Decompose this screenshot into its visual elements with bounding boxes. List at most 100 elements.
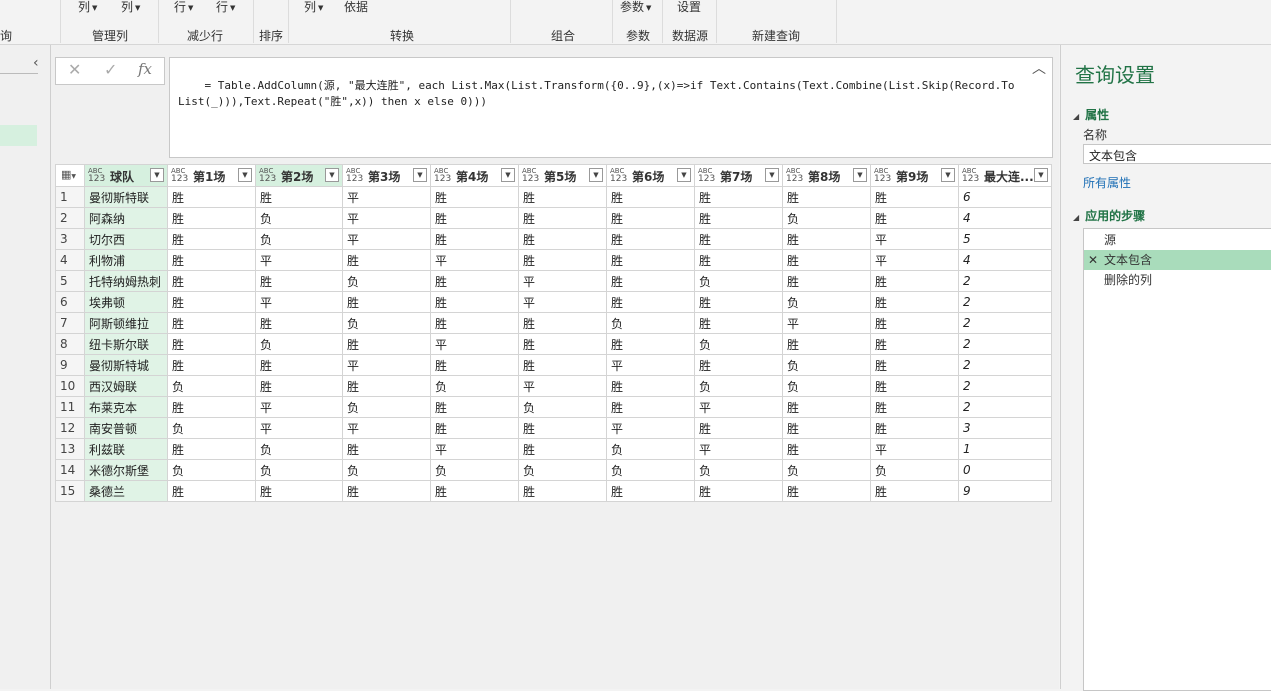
filter-dropdown-icon[interactable]: ▼	[238, 168, 252, 182]
table-cell[interactable]: 平	[782, 312, 871, 334]
table-cell[interactable]: 平	[694, 396, 783, 418]
table-cell-max-streak[interactable]: 1	[958, 438, 1052, 460]
table-cell[interactable]: 负	[606, 459, 695, 481]
table-cell[interactable]: 胜	[870, 480, 959, 502]
row-number[interactable]: 3	[55, 228, 85, 250]
type-any-icon[interactable]: ABC 123	[698, 167, 715, 184]
row-number[interactable]: 6	[55, 291, 85, 313]
ribbon-top-8[interactable]: 设置	[677, 0, 701, 15]
table-cell[interactable]: 胜	[342, 438, 431, 460]
applied-steps-section[interactable]: ◢ 应用的步骤	[1073, 207, 1145, 224]
table-cell[interactable]: 胜	[430, 396, 519, 418]
table-cell[interactable]: 胜	[870, 375, 959, 397]
ribbon-top-3[interactable]: 行 ▼	[174, 0, 193, 15]
table-cell[interactable]: 负	[255, 207, 343, 229]
column-header[interactable]: ABC 123 第1场 ▼	[167, 164, 256, 187]
formula-bar[interactable]: = Table.AddColumn(源, "最大连胜", each List.M…	[169, 57, 1053, 158]
table-cell[interactable]: 胜	[342, 375, 431, 397]
table-cell[interactable]: 负	[255, 228, 343, 250]
table-cell-max-streak[interactable]: 0	[958, 459, 1052, 481]
table-cell[interactable]: 负	[255, 333, 343, 355]
table-cell[interactable]: 胜	[694, 291, 783, 313]
filter-dropdown-icon[interactable]: ▼	[501, 168, 515, 182]
column-header[interactable]: ABC 123 最大连... ▼	[958, 164, 1052, 187]
type-any-icon[interactable]: ABC 123	[434, 167, 451, 184]
table-cell[interactable]: 胜	[255, 186, 343, 208]
table-cell[interactable]: 胜	[606, 186, 695, 208]
table-cell[interactable]: 平	[430, 333, 519, 355]
table-cell[interactable]: 胜	[606, 249, 695, 271]
table-cell[interactable]: 平	[342, 186, 431, 208]
type-any-icon[interactable]: ABC 123	[786, 167, 803, 184]
row-number[interactable]: 7	[55, 312, 85, 334]
table-cell[interactable]: 负	[782, 207, 871, 229]
table-cell[interactable]: 胜	[167, 354, 256, 376]
table-cell[interactable]: 负	[606, 312, 695, 334]
table-cell[interactable]: 胜	[694, 312, 783, 334]
table-cell[interactable]: 平	[606, 354, 695, 376]
filter-dropdown-icon[interactable]: ▼	[589, 168, 603, 182]
row-number[interactable]: 10	[55, 375, 85, 397]
table-cell-max-streak[interactable]: 4	[958, 249, 1052, 271]
row-number[interactable]: 8	[55, 333, 85, 355]
table-cell[interactable]: 胜	[782, 480, 871, 502]
row-number[interactable]: 5	[55, 270, 85, 292]
table-cell-max-streak[interactable]: 2	[958, 354, 1052, 376]
table-cell[interactable]: 胜	[606, 480, 695, 502]
column-header[interactable]: ABC 123 球队 ▼	[84, 164, 168, 187]
table-cell[interactable]: 平	[255, 396, 343, 418]
table-cell[interactable]: 平	[255, 291, 343, 313]
row-number[interactable]: 4	[55, 249, 85, 271]
table-cell[interactable]: 胜	[430, 480, 519, 502]
all-properties-link[interactable]: 所有属性	[1083, 174, 1131, 191]
table-cell-team[interactable]: 米德尔斯堡	[84, 459, 168, 481]
table-cell[interactable]: 胜	[518, 207, 607, 229]
row-number[interactable]: 2	[55, 207, 85, 229]
table-cell[interactable]: 胜	[870, 396, 959, 418]
filter-dropdown-icon[interactable]: ▼	[413, 168, 427, 182]
table-cell[interactable]: 胜	[870, 312, 959, 334]
table-cell[interactable]: 胜	[694, 417, 783, 439]
table-cell[interactable]: 胜	[606, 207, 695, 229]
table-cell[interactable]: 负	[430, 375, 519, 397]
table-cell-max-streak[interactable]: 2	[958, 333, 1052, 355]
delete-step-icon[interactable]: ✕	[1088, 250, 1098, 270]
table-cell-team[interactable]: 桑德兰	[84, 480, 168, 502]
table-cell[interactable]: 负	[782, 354, 871, 376]
table-cell-team[interactable]: 纽卡斯尔联	[84, 333, 168, 355]
table-cell[interactable]: 平	[518, 270, 607, 292]
table-cell[interactable]: 胜	[870, 354, 959, 376]
ribbon-top-6[interactable]: 依据	[344, 0, 368, 15]
table-cell[interactable]: 胜	[167, 228, 256, 250]
column-header[interactable]: ABC 123 第5场 ▼	[518, 164, 607, 187]
filter-dropdown-icon[interactable]: ▼	[677, 168, 691, 182]
table-cell[interactable]: 平	[518, 291, 607, 313]
table-cell[interactable]: 胜	[694, 228, 783, 250]
type-any-icon[interactable]: ABC 123	[874, 167, 891, 184]
table-cell[interactable]: 胜	[694, 186, 783, 208]
table-cell[interactable]: 负	[342, 312, 431, 334]
table-cell-max-streak[interactable]: 2	[958, 312, 1052, 334]
type-any-icon[interactable]: ABC 123	[88, 167, 105, 184]
row-number[interactable]: 14	[55, 459, 85, 481]
table-cell[interactable]: 胜	[255, 270, 343, 292]
row-number[interactable]: 15	[55, 480, 85, 502]
column-header[interactable]: ABC 123 第7场 ▼	[694, 164, 783, 187]
table-cell[interactable]: 胜	[606, 291, 695, 313]
fx-icon[interactable]: fx	[138, 60, 152, 78]
filter-dropdown-icon[interactable]: ▼	[150, 168, 164, 182]
table-cell[interactable]: 胜	[167, 291, 256, 313]
table-cell-max-streak[interactable]: 2	[958, 375, 1052, 397]
table-cell[interactable]: 负	[782, 375, 871, 397]
table-cell[interactable]: 胜	[694, 354, 783, 376]
table-cell[interactable]: 胜	[870, 291, 959, 313]
table-cell[interactable]: 胜	[167, 438, 256, 460]
table-cell-max-streak[interactable]: 6	[958, 186, 1052, 208]
column-header[interactable]: ABC 123 第9场 ▼	[870, 164, 959, 187]
row-number[interactable]: 13	[55, 438, 85, 460]
table-cell[interactable]: 胜	[518, 312, 607, 334]
table-cell[interactable]: 平	[255, 249, 343, 271]
table-cell[interactable]: 平	[342, 417, 431, 439]
table-cell-max-streak[interactable]: 3	[958, 417, 1052, 439]
table-cell-team[interactable]: 南安普顿	[84, 417, 168, 439]
